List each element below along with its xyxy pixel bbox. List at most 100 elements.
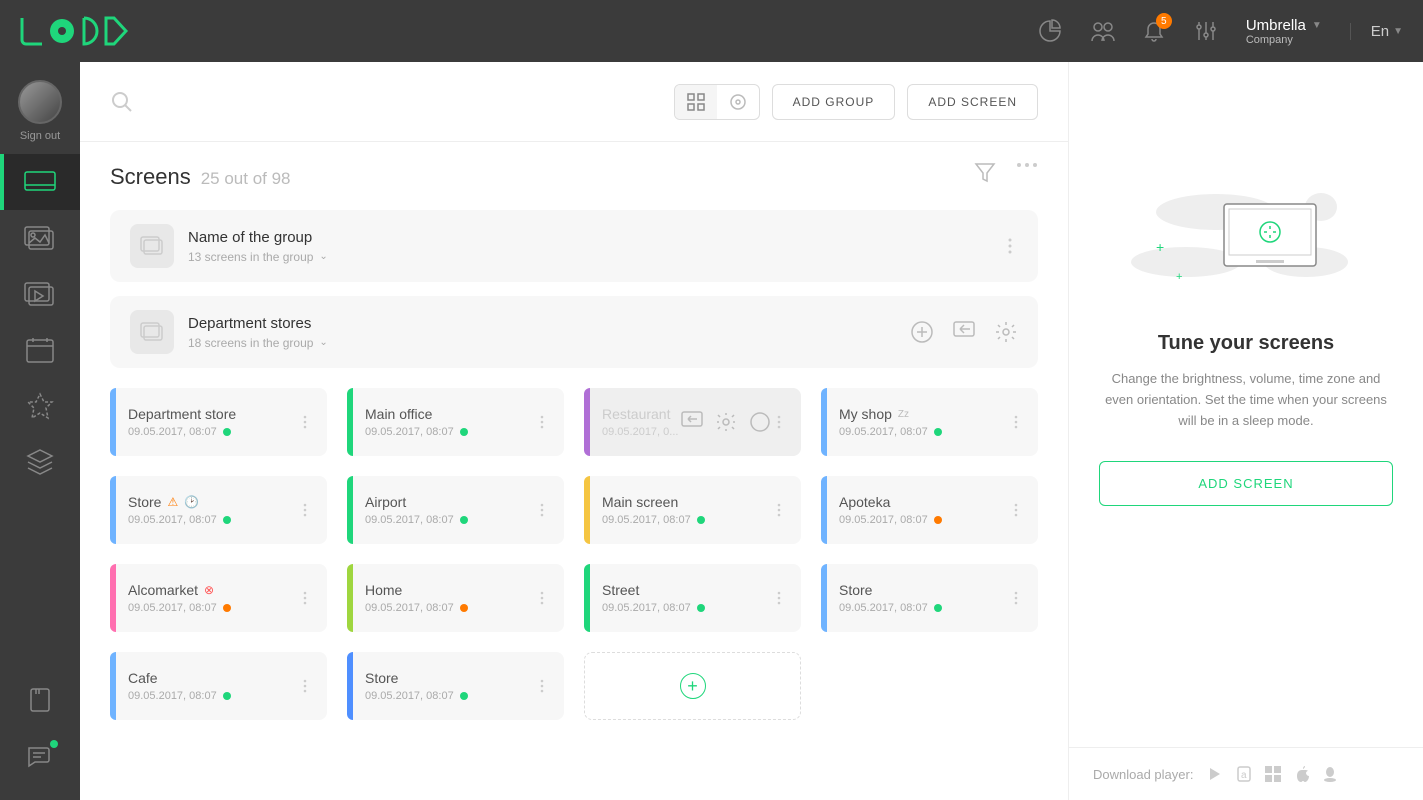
apple-icon[interactable] — [1295, 766, 1309, 782]
search-icon[interactable] — [110, 90, 134, 114]
avatar[interactable] — [18, 80, 62, 124]
screen-card[interactable]: My shopZz 09.05.2017, 08:07 — [821, 388, 1038, 456]
analytics-icon[interactable] — [1038, 19, 1062, 43]
add-screen-button[interactable]: ADD SCREEN — [907, 84, 1038, 120]
sidebar: Sign out — [0, 62, 80, 800]
status-dot — [460, 428, 468, 436]
panel-add-screen-button[interactable]: ADD SCREEN — [1099, 461, 1393, 506]
map-view-button[interactable] — [717, 85, 759, 119]
status-icon[interactable] — [749, 411, 771, 433]
screen-menu-icon[interactable] — [297, 591, 313, 605]
group-row[interactable]: Department stores 18 screens in the grou… — [110, 296, 1038, 368]
chevron-down-icon[interactable]: ⌄ — [319, 251, 327, 262]
screen-menu-icon[interactable] — [534, 415, 550, 429]
panel-footer: Download player: a — [1069, 747, 1423, 800]
screen-menu-icon[interactable] — [1008, 415, 1024, 429]
add-group-button[interactable]: ADD GROUP — [772, 84, 896, 120]
screen-date: 09.05.2017, 08:07 — [128, 602, 217, 614]
android-icon[interactable] — [1207, 766, 1223, 782]
screen-name: Store — [839, 582, 872, 598]
main-content: ADD GROUP ADD SCREEN Screens 25 out of 9… — [80, 62, 1068, 800]
nav-playlists[interactable] — [0, 266, 80, 322]
lang-label: En — [1371, 23, 1389, 40]
assign-icon[interactable] — [681, 411, 703, 433]
screen-card[interactable]: Airport 09.05.2017, 08:07 — [347, 476, 564, 544]
sign-out-link[interactable]: Sign out — [20, 130, 60, 142]
nav-layers[interactable] — [0, 434, 80, 490]
screen-name: Restaurant — [602, 406, 670, 422]
screen-menu-icon[interactable] — [534, 503, 550, 517]
users-icon[interactable] — [1090, 19, 1114, 43]
screen-menu-icon[interactable] — [297, 503, 313, 517]
screen-menu-icon[interactable] — [1008, 591, 1024, 605]
screen-name: Airport — [365, 494, 406, 510]
status-dot — [697, 604, 705, 612]
more-icon[interactable] — [1016, 162, 1038, 184]
screen-card[interactable]: Cafe 09.05.2017, 08:07 — [110, 652, 327, 720]
add-to-group-icon[interactable] — [910, 320, 934, 344]
nav-media[interactable] — [0, 210, 80, 266]
nav-schedule[interactable] — [0, 322, 80, 378]
screen-date: 09.05.2017, 0... — [602, 426, 678, 438]
svg-text:+: + — [1176, 271, 1182, 283]
screen-menu-icon[interactable] — [297, 679, 313, 693]
screen-date: 09.05.2017, 08:07 — [839, 426, 928, 438]
nav-help[interactable] — [0, 672, 80, 728]
group-name: Name of the group — [188, 229, 1002, 246]
screen-card[interactable]: Main office 09.05.2017, 08:07 — [347, 388, 564, 456]
screen-menu-icon[interactable] — [297, 415, 313, 429]
plus-icon: + — [680, 673, 706, 699]
nav-screens[interactable] — [0, 154, 80, 210]
screen-name: Store — [128, 494, 161, 510]
screen-menu-icon[interactable] — [771, 415, 787, 429]
screen-card[interactable]: Restaurant 09.05.2017, 0... — [584, 388, 801, 456]
download-label: Download player: — [1093, 767, 1193, 782]
screen-card[interactable]: Main screen 09.05.2017, 08:07 — [584, 476, 801, 544]
group-settings-icon[interactable] — [994, 320, 1018, 344]
screen-card[interactable]: Alcomarket⊗ 09.05.2017, 08:07 — [110, 564, 327, 632]
settings-icon[interactable] — [715, 411, 737, 433]
screen-card[interactable]: Store 09.05.2017, 08:07 — [821, 564, 1038, 632]
screen-card[interactable]: Store⚠🕑 09.05.2017, 08:07 — [110, 476, 327, 544]
screen-card[interactable]: Street 09.05.2017, 08:07 — [584, 564, 801, 632]
error-icon: ⊗ — [204, 583, 214, 597]
filter-icon[interactable] — [974, 162, 996, 184]
status-dot — [223, 428, 231, 436]
nav-chat[interactable] — [0, 728, 80, 784]
illustration: ++ — [1126, 182, 1366, 302]
chevron-down-icon[interactable]: ⌄ — [319, 337, 327, 348]
screen-menu-icon[interactable] — [771, 591, 787, 605]
screen-name: Apoteka — [839, 494, 890, 510]
screen-menu-icon[interactable] — [534, 679, 550, 693]
screen-name: Store — [365, 670, 398, 686]
linux-icon[interactable] — [1323, 766, 1337, 782]
group-row[interactable]: Name of the group 13 screens in the grou… — [110, 210, 1038, 282]
add-screen-card[interactable]: + — [584, 652, 801, 720]
screen-card[interactable]: Apoteka 09.05.2017, 08:07 — [821, 476, 1038, 544]
amazon-icon[interactable]: a — [1237, 766, 1251, 782]
screen-date: 09.05.2017, 08:07 — [128, 690, 217, 702]
settings-icon[interactable] — [1194, 19, 1218, 43]
grid-view-button[interactable] — [675, 85, 717, 119]
screen-date: 09.05.2017, 08:07 — [128, 514, 217, 526]
notifications-icon[interactable]: 5 — [1142, 19, 1166, 43]
status-dot — [934, 516, 942, 524]
screen-menu-icon[interactable] — [534, 591, 550, 605]
assign-icon[interactable] — [952, 320, 976, 344]
screen-card[interactable]: Home 09.05.2017, 08:07 — [347, 564, 564, 632]
screen-menu-icon[interactable] — [771, 503, 787, 517]
svg-text:a: a — [1241, 770, 1247, 781]
page-title: Screens — [110, 164, 191, 190]
language-dropdown[interactable]: En▼ — [1350, 23, 1403, 40]
screen-card[interactable]: Store 09.05.2017, 08:07 — [347, 652, 564, 720]
nav-apps[interactable] — [0, 378, 80, 434]
screen-menu-icon[interactable] — [1008, 503, 1024, 517]
screen-card[interactable]: Department store 09.05.2017, 08:07 — [110, 388, 327, 456]
group-menu-icon[interactable] — [1002, 238, 1018, 254]
group-thumb-icon — [130, 224, 174, 268]
windows-icon[interactable] — [1265, 766, 1281, 782]
logo[interactable] — [20, 16, 148, 46]
company-dropdown[interactable]: Umbrella▼ Company — [1246, 17, 1322, 46]
right-panel: ++ Tune your screens Change the brightne… — [1068, 62, 1423, 800]
screen-date: 09.05.2017, 08:07 — [365, 602, 454, 614]
